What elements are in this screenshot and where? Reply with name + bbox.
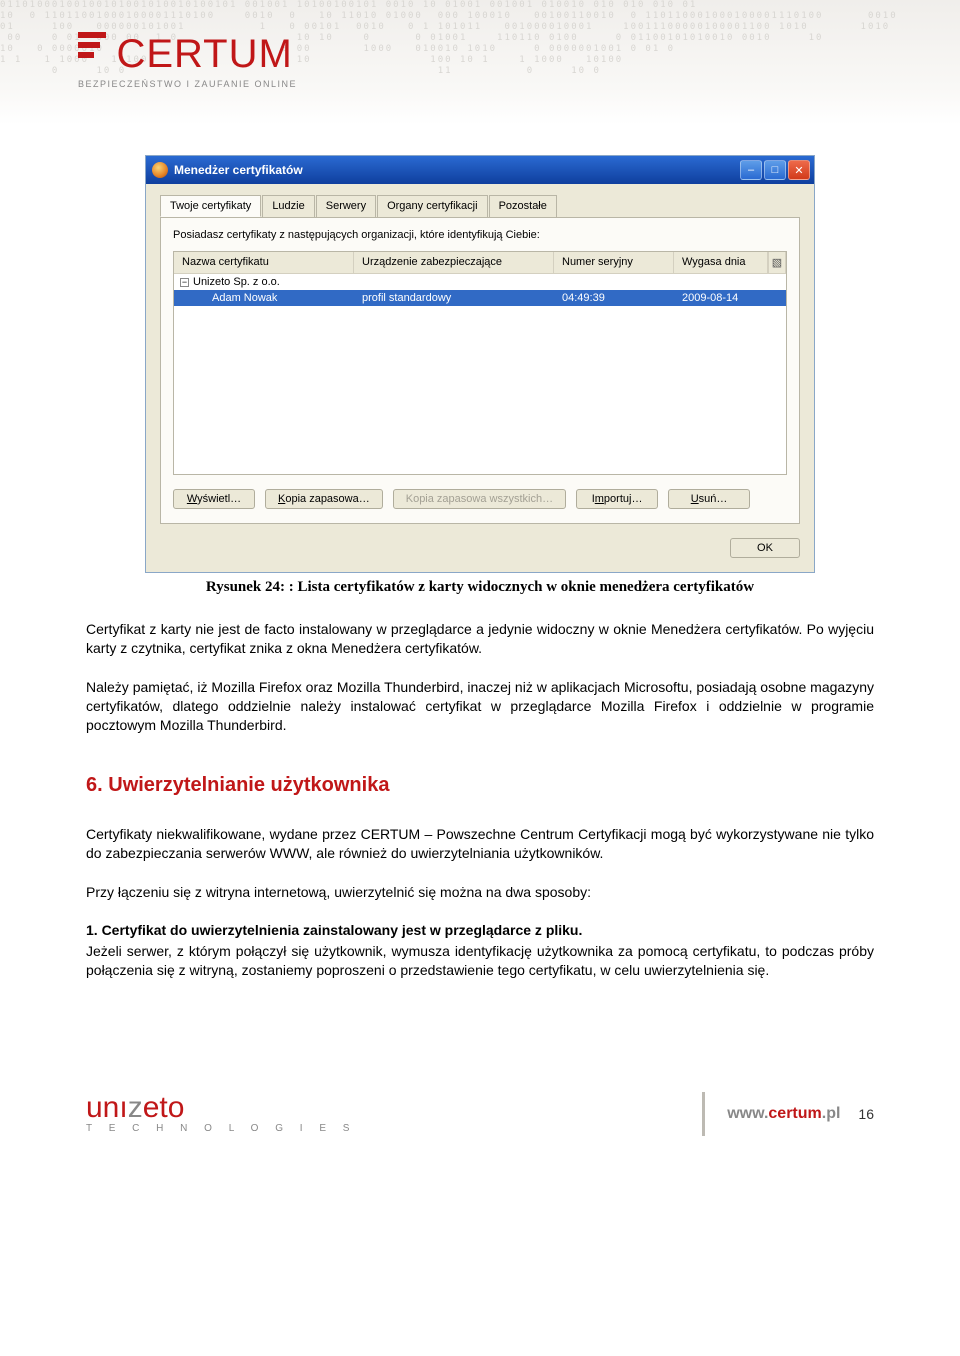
unizeto-subtitle: T E C H N O L O G I E S (86, 1123, 702, 1134)
site-url: www.certum.pl (727, 1105, 840, 1123)
page-content: Menedżer certyfikatów – □ ✕ Twoje certyf… (0, 155, 960, 1060)
firefox-icon (152, 162, 168, 178)
backup-all-button: Kopia zapasowa wszystkich… (393, 489, 566, 509)
tab-servers[interactable]: Serwery (316, 195, 376, 217)
window-titlebar[interactable]: Menedżer certyfikatów – □ ✕ (146, 156, 814, 184)
unizeto-logo: unızeto T E C H N O L O G I E S (86, 1094, 702, 1134)
figure-caption: Rysunek 24: : Lista certyfikatów z karty… (86, 579, 874, 596)
cell-expiry: 2009-08-14 (674, 290, 786, 306)
section-heading: 6. Uwierzytelnianie użytkownika (86, 774, 874, 797)
panel-description: Posiadasz certyfikaty z następujących or… (173, 229, 787, 241)
col-header-device[interactable]: Urządzenie zabezpieczające (354, 252, 554, 273)
column-picker-icon[interactable]: ▧ (768, 252, 786, 273)
certum-logo: CERTUM BEZPIECZEŃSTWO I ZAUFANIE ONLINE (78, 32, 297, 89)
page-header: 01101000100100101001010010100101 001001 … (0, 0, 960, 125)
cell-device: profil standardowy (354, 290, 554, 306)
maximize-button[interactable]: □ (764, 160, 786, 180)
col-header-name[interactable]: Nazwa certyfikatu (174, 252, 354, 273)
tab-authorities[interactable]: Organy certyfikacji (377, 195, 487, 217)
table-body[interactable]: − Unizeto Sp. z o.o. Adam Nowak profil s… (174, 274, 786, 474)
section-number: 6. (86, 774, 103, 796)
cell-name: Adam Nowak (174, 290, 354, 306)
paragraph-4: Przy łączeniu się z witryna internetową,… (86, 883, 874, 902)
col-header-serial[interactable]: Numer seryjny (554, 252, 674, 273)
table-row[interactable]: Adam Nowak profil standardowy 04:49:39 2… (174, 290, 786, 306)
close-button[interactable]: ✕ (788, 160, 810, 180)
table-group-row[interactable]: − Unizeto Sp. z o.o. (174, 274, 786, 290)
table-header: Nazwa certyfikatu Urządzenie zabezpiecza… (174, 252, 786, 274)
page-number: 16 (858, 1106, 874, 1122)
backup-button[interactable]: Kopia zapasowa… (265, 489, 383, 509)
ok-button[interactable]: OK (730, 538, 800, 558)
unizeto-wordmark: unızeto (86, 1094, 702, 1121)
tab-your-certs[interactable]: Twoje certyfikaty (160, 195, 261, 217)
view-button[interactable]: Wyświetl… (173, 489, 255, 509)
tab-panel: Posiadasz certyfikaty z następujących or… (160, 217, 800, 524)
window-title: Menedżer certyfikatów (174, 163, 740, 177)
delete-button[interactable]: Usuń… (668, 489, 750, 509)
paragraph-3: Certyfikaty niekwalifikowane, wydane prz… (86, 825, 874, 863)
section-title: Uwierzytelnianie użytkownika (108, 774, 389, 796)
list-item-1-title: 1. Certyfikat do uwierzytelnienia zainst… (86, 922, 874, 938)
tab-people[interactable]: Ludzie (262, 195, 314, 217)
logo-text: CERTUM (116, 32, 292, 76)
group-label: Unizeto Sp. z o.o. (193, 276, 280, 288)
cert-table[interactable]: Nazwa certyfikatu Urządzenie zabezpiecza… (173, 251, 787, 475)
list-item-1-body: Jeżeli serwer, z którym połączył się uży… (86, 942, 874, 980)
paragraph-2: Należy pamiętać, iż Mozilla Firefox oraz… (86, 678, 874, 735)
tab-others[interactable]: Pozostałe (489, 195, 557, 217)
logo-subtitle: BEZPIECZEŃSTWO I ZAUFANIE ONLINE (78, 79, 297, 89)
page-footer: unızeto T E C H N O L O G I E S www.cert… (0, 1060, 960, 1150)
minimize-button[interactable]: – (740, 160, 762, 180)
button-row: Wyświetl… Kopia zapasowa… Kopia zapasowa… (173, 489, 787, 509)
tab-strip: Twoje certyfikaty Ludzie Serwery Organy … (160, 195, 800, 218)
col-header-expiry[interactable]: Wygasa dnia (674, 252, 768, 273)
import-button[interactable]: Importuj… (576, 489, 658, 509)
collapse-icon[interactable]: − (180, 278, 189, 287)
paragraph-1: Certyfikat z karty nie jest de facto ins… (86, 620, 874, 658)
cell-serial: 04:49:39 (554, 290, 674, 306)
cert-manager-window: Menedżer certyfikatów – □ ✕ Twoje certyf… (145, 155, 815, 573)
